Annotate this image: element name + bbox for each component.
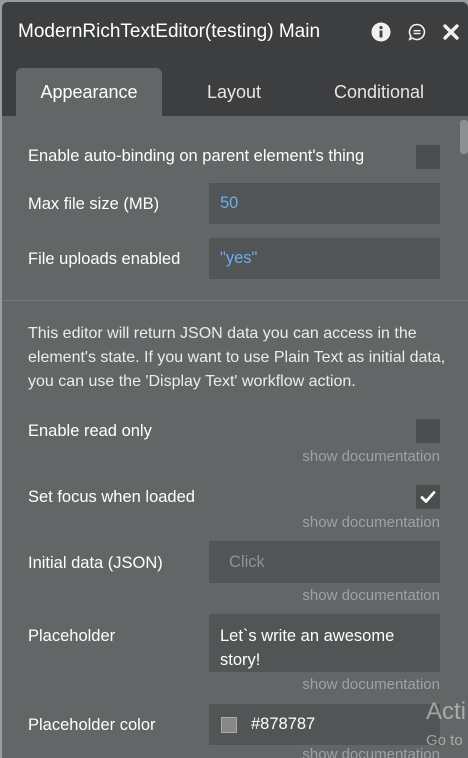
placeholder-color-doc-link[interactable]: show documentation bbox=[302, 746, 440, 758]
tab-layout[interactable]: Layout bbox=[174, 68, 294, 116]
property-editor-panel: ModernRichTextEditor(testing) Main Appea… bbox=[2, 2, 468, 758]
read-only-checkbox[interactable] bbox=[416, 419, 440, 443]
set-focus-doc-link[interactable]: show documentation bbox=[302, 514, 440, 531]
max-file-size-label: Max file size (MB) bbox=[28, 195, 160, 213]
editor-description: This editor will return JSON data you ca… bbox=[28, 325, 446, 390]
max-file-size-input[interactable]: 50 bbox=[209, 183, 440, 224]
placeholder-label: Placeholder bbox=[28, 627, 116, 645]
activation-watermark-line2: Go to bbox=[426, 732, 463, 749]
color-swatch[interactable] bbox=[221, 716, 237, 733]
auto-binding-checkbox[interactable] bbox=[416, 145, 440, 169]
placeholder-input[interactable]: Let`s write an awesome story! bbox=[209, 614, 440, 672]
placeholder-color-input[interactable]: #878787 bbox=[209, 704, 440, 745]
auto-binding-label: Enable auto-binding on parent element's … bbox=[28, 147, 365, 165]
set-focus-label: Set focus when loaded bbox=[28, 488, 195, 506]
info-icon[interactable] bbox=[370, 21, 392, 43]
activation-watermark-line1: Acti bbox=[426, 698, 467, 725]
scrollbar[interactable] bbox=[460, 120, 468, 154]
set-focus-checkbox[interactable] bbox=[416, 485, 440, 509]
placeholder-color-label: Placeholder color bbox=[28, 716, 156, 734]
initial-data-doc-link[interactable]: show documentation bbox=[302, 587, 440, 604]
appearance-content: Enable auto-binding on parent element's … bbox=[2, 116, 468, 758]
initial-data-input[interactable]: Click bbox=[209, 541, 440, 583]
comment-icon[interactable] bbox=[406, 21, 428, 43]
close-icon[interactable] bbox=[440, 21, 462, 43]
panel-title: ModernRichTextEditor(testing) Main bbox=[18, 21, 321, 42]
file-uploads-label: File uploads enabled bbox=[28, 250, 181, 268]
tab-conditional[interactable]: Conditional bbox=[314, 68, 444, 116]
tab-appearance[interactable]: Appearance bbox=[16, 68, 162, 116]
file-uploads-input[interactable]: "yes" bbox=[209, 238, 440, 279]
section-divider bbox=[2, 300, 468, 301]
checkmark-icon bbox=[420, 491, 436, 503]
initial-data-label: Initial data (JSON) bbox=[28, 554, 163, 572]
title-bar[interactable]: ModernRichTextEditor(testing) Main bbox=[2, 2, 468, 62]
placeholder-doc-link[interactable]: show documentation bbox=[302, 676, 440, 693]
read-only-doc-link[interactable]: show documentation bbox=[302, 448, 440, 465]
placeholder-color-value: #878787 bbox=[251, 715, 316, 733]
tab-bar: Appearance Layout Conditional bbox=[2, 62, 468, 116]
read-only-label: Enable read only bbox=[28, 422, 152, 440]
